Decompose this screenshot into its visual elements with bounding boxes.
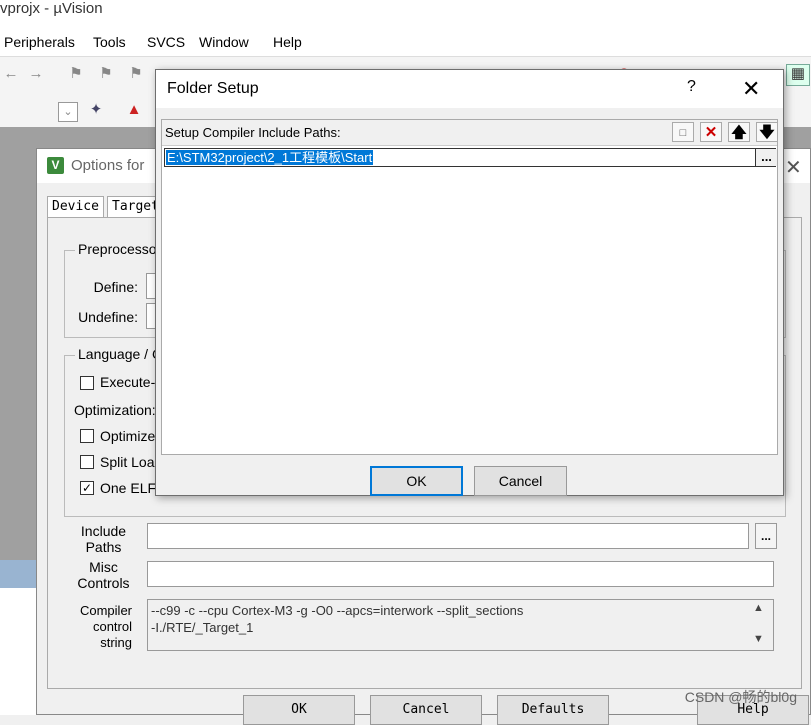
include-path-row[interactable]: E:\STM32project\2_1工程模板\Start ... [164,148,777,167]
optimize-label: Optimize f [100,428,164,444]
ok-button[interactable]: OK [243,695,355,725]
include-paths-list: Setup Compiler Include Paths: □ ✕ 🡅 🡇 E:… [161,119,778,455]
include-paths-list-header: Setup Compiler Include Paths: □ ✕ 🡅 🡇 [162,120,778,146]
menu-window[interactable]: Window [199,34,249,50]
watermark-text: CSDN @畅的bl0g [684,689,797,705]
forward-icon[interactable]: → [27,65,45,83]
window-layout-icon[interactable]: ▦ [786,64,810,86]
misc-controls-field[interactable] [147,561,774,587]
move-down-icon[interactable]: 🡇 [756,122,778,142]
target-dropdown-chevron-icon[interactable]: ⌄ [58,102,78,122]
compiler-control-label: Compiler control string [74,603,132,651]
define-label: Define: [93,279,138,295]
misc-controls-label: Misc Controls [76,559,131,591]
compiler-control-label-line3: string [100,635,132,650]
folder-setup-dialog: Folder Setup ? ✕ Setup Compiler Include … [155,69,784,496]
app-title: vprojx - µVision [0,0,103,17]
options-dialog-title: Options for [71,157,145,174]
include-paths-header-label: Setup Compiler Include Paths: [165,125,341,140]
tab-device[interactable]: Device [47,196,104,217]
defaults-button[interactable]: Defaults [497,695,609,725]
magic-wand-icon[interactable]: ✦ [87,101,105,119]
menu-tools[interactable]: Tools [93,34,126,50]
side-panel [0,588,36,715]
close-icon[interactable]: ✕ [785,155,802,180]
folder-setup-ok-button[interactable]: OK [370,466,463,496]
folder-setup-titlebar: Folder Setup ? ✕ [156,70,783,108]
execute-only-label: Execute-o [100,374,164,390]
close-icon[interactable]: ✕ [742,76,760,102]
menu-bar: Peripherals Tools SVCS Window Help [0,28,811,57]
execute-only-checkbox[interactable] [80,376,94,390]
help-icon[interactable]: ? [687,78,696,96]
scroll-down-icon[interactable]: ▼ [753,633,764,645]
compiler-control-string-field[interactable]: --c99 -c --cpu Cortex-M3 -g -O0 --apcs=i… [147,599,774,651]
menu-svcs[interactable]: SVCS [147,34,185,50]
include-path-value[interactable]: E:\STM32project\2_1工程模板\Start [166,150,374,165]
folder-setup-cancel-button[interactable]: Cancel [474,466,567,496]
new-folder-icon[interactable]: □ [672,122,694,142]
compiler-string-line2: -I./RTE/_Target_1 [151,620,254,635]
bookmark-prev-icon[interactable]: ⚑ [97,65,115,83]
include-paths-label-line2: Paths [85,539,122,555]
misc-controls-label-line1: Misc [89,559,118,575]
compiler-string-line1: --c99 -c --cpu Cortex-M3 -g -O0 --apcs=i… [151,603,524,618]
compiler-control-label-line2: control [92,619,132,634]
manage-components-icon[interactable]: ▲ [125,101,143,119]
cancel-button[interactable]: Cancel [370,695,482,725]
include-paths-label: Include Paths [76,523,131,555]
include-paths-browse-button[interactable]: ... [755,523,777,549]
misc-controls-label-line2: Controls [77,575,130,591]
bookmark-icon[interactable]: ⚑ [67,65,85,83]
optimize-checkbox[interactable] [80,429,94,443]
scroll-up-icon[interactable]: ▲ [753,602,764,614]
compiler-control-label-line1: Compiler [79,603,132,618]
delete-icon[interactable]: ✕ [700,122,722,142]
language-group-label: Language / C [75,346,166,362]
include-paths-label-line1: Include [80,523,127,539]
menu-help[interactable]: Help [273,34,302,50]
bookmark-next-icon[interactable]: ⚑ [127,65,145,83]
optimization-label: Optimization: [74,402,156,418]
split-load-label: Split Load [100,454,163,470]
app-titlebar: vprojx - µVision [0,0,811,28]
undefine-label: Undefine: [78,309,138,325]
keil-logo-icon: V [47,157,64,174]
one-elf-checkbox[interactable]: ✓ [80,481,94,495]
folder-setup-title: Folder Setup [167,80,259,97]
split-load-checkbox[interactable] [80,455,94,469]
side-strip [0,560,36,588]
menu-peripherals[interactable]: Peripherals [4,34,75,50]
back-icon[interactable]: ← [2,65,20,83]
browse-button[interactable]: ... [755,149,777,166]
include-paths-field[interactable] [147,523,749,549]
preprocessor-group-label: Preprocessor [75,241,165,257]
move-up-icon[interactable]: 🡅 [728,122,750,142]
